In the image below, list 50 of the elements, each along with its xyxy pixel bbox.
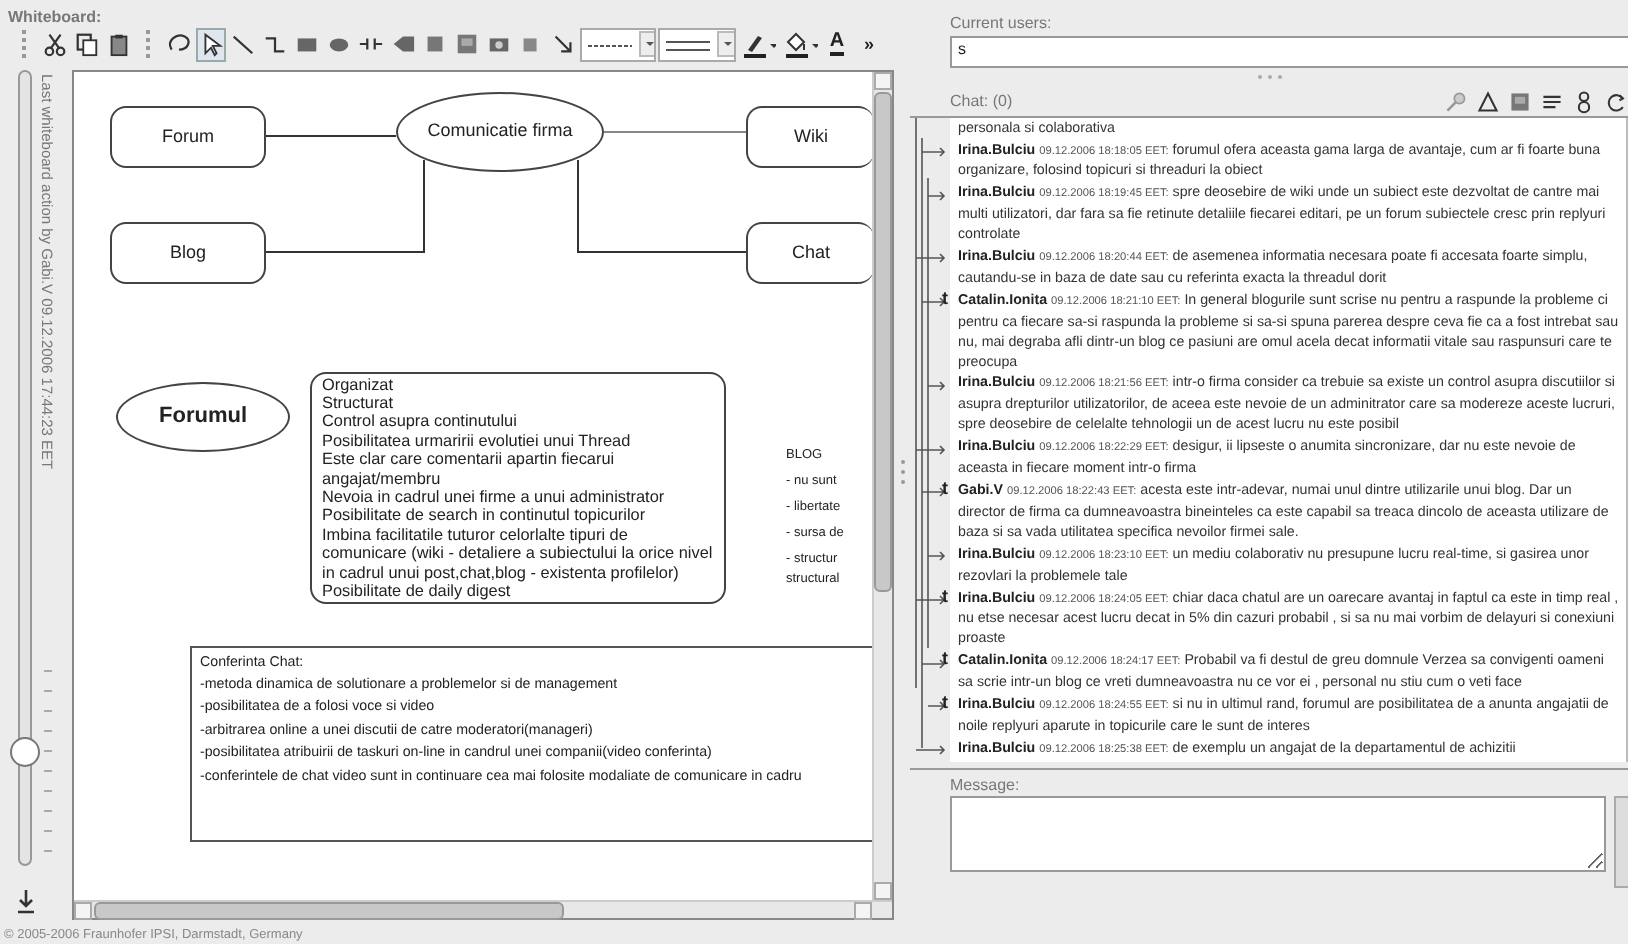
text-line: Imbina facilitatile tuturor celorlalte tipuri de comunicare (wiki - detaliere a subiectului la orice nivel in cadrul unui post,chat,blog - existenta profilelor) (322, 525, 714, 583)
connector-line (603, 130, 747, 133)
warning-icon[interactable] (1476, 89, 1500, 114)
select-tool[interactable] (195, 27, 226, 62)
refresh-icon[interactable] (1604, 89, 1628, 114)
slider-thumb[interactable] (10, 736, 40, 767)
thread-marker: t (942, 692, 948, 713)
thread-marker: t (942, 478, 948, 498)
diagram-ellipse: Forumul (116, 381, 290, 452)
line-icon (229, 30, 256, 59)
splitter-grip-icon[interactable] (900, 458, 906, 486)
diagram-ellipse: Comunicatie firma (396, 91, 604, 172)
text-line: Posibilitatea urmaririi evolutiei unui Thread (322, 431, 633, 451)
cut-icon (41, 30, 68, 59)
thread-marker: t (942, 648, 948, 669)
text-color-button[interactable]: A (822, 27, 852, 62)
users-list[interactable]: s (950, 35, 1628, 68)
message-field[interactable] (950, 796, 1607, 873)
users-label: Current users: (950, 14, 1052, 32)
download-icon[interactable] (16, 889, 36, 914)
text-line: Posibilitate de daily digest (322, 582, 513, 601)
text-line: Este clar care comentarii apartin fiecarui angajat/membru (322, 450, 617, 489)
splitter-grip-icon[interactable] (1255, 74, 1283, 81)
arrow-icon (549, 30, 576, 59)
text-line: Control asupra continutului (322, 412, 519, 432)
connector-line (265, 134, 397, 137)
image-tool[interactable] (1508, 89, 1532, 114)
text-line: Nevoia in cadrul unei firme a unui administrator (322, 488, 667, 507)
text-line: Structurat (322, 394, 395, 413)
image-icon (453, 30, 480, 59)
scroll-up-button[interactable] (874, 71, 893, 90)
chat-label: Chat: (0) (950, 91, 1015, 111)
scroll-thumb[interactable] (94, 901, 564, 920)
panel-label: Whiteboard: (8, 8, 102, 26)
diagram-box: Forum (110, 105, 266, 168)
more-button[interactable]: » (854, 27, 884, 62)
vertical-scrollbar[interactable] (872, 71, 892, 900)
user-name[interactable]: s (958, 39, 966, 58)
thread-marker: t (942, 287, 948, 308)
scroll-thumb[interactable] (874, 91, 893, 592)
message-label: Message: (950, 775, 1020, 794)
thread-marker: t (942, 585, 948, 606)
copy-icon (73, 30, 100, 59)
text-line: Organizat (322, 375, 395, 394)
diagram-box: Blog (110, 221, 266, 284)
line-style-dropdown[interactable] (579, 27, 657, 62)
scroll-down-button[interactable] (874, 881, 893, 900)
paste-icon (105, 30, 132, 59)
text-line: Posibilitate de search in continutul topicurilor (322, 506, 648, 526)
line-width-dropdown[interactable] (658, 27, 736, 62)
